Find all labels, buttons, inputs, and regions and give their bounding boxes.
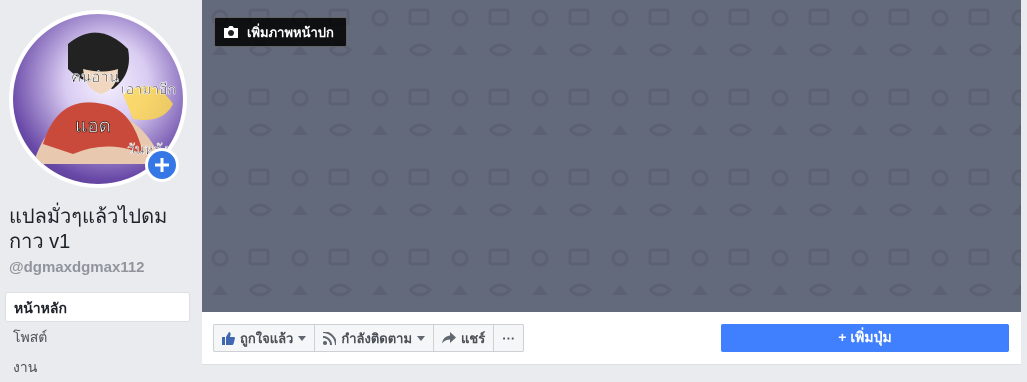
share-button[interactable]: แชร์	[433, 324, 495, 352]
chevron-down-icon	[417, 335, 426, 341]
avatar-text-1: คนอ่าน	[71, 68, 119, 86]
share-arrow-icon	[442, 332, 457, 344]
add-cover-photo-button[interactable]: เพิ่มภาพหน้าปก	[214, 17, 347, 47]
add-cover-photo-label: เพิ่มภาพหน้าปก	[247, 24, 334, 40]
sidebar-item-jobs[interactable]: งาน	[5, 352, 190, 382]
action-button-group: ถูกใจแล้ว กำลังติดตาม แชร์ ···	[213, 324, 525, 352]
sidebar-item-posts[interactable]: โพสต์	[5, 322, 190, 352]
update-profile-picture-button[interactable]	[145, 148, 179, 182]
camera-icon	[224, 26, 238, 38]
chevron-down-icon	[298, 335, 307, 341]
share-label: แชร์	[461, 330, 486, 346]
thumbs-up-icon	[222, 331, 235, 345]
following-label: กำลังติดตาม	[341, 330, 413, 346]
avatar-text-3: แอด	[75, 115, 111, 137]
page-username[interactable]: @dgmaxdgmax112	[9, 259, 145, 276]
page-action-bar: ถูกใจแล้ว กำลังติดตาม แชร์ ··· + เพิ่มปุ…	[202, 312, 1021, 365]
more-options-button[interactable]: ···	[493, 324, 525, 352]
rss-icon	[323, 331, 337, 345]
cover-photo: เพิ่มภาพหน้าปก	[202, 0, 1021, 312]
sidebar-item-home[interactable]: หน้าหลัก	[5, 292, 190, 322]
plus-icon	[155, 158, 169, 172]
following-button[interactable]: กำลังติดตาม	[314, 324, 435, 352]
left-column: คนอ่าน เอามาอีก แอด วันหลัง แปลมั่วๆแล้ว…	[0, 0, 200, 375]
liked-label: ถูกใจแล้ว	[240, 330, 294, 346]
add-button[interactable]: + เพิ่มปุ่ม	[721, 324, 1009, 352]
add-button-label: + เพิ่มปุ่ม	[838, 329, 892, 345]
avatar-text-2: เอามาอีก	[121, 82, 176, 98]
page-name[interactable]: แปลมั่วๆแล้วไปดมกาว v1	[9, 205, 194, 255]
sidebar-nav: หน้าหลัก โพสต์ งาน	[5, 292, 190, 382]
more-label: ···	[502, 330, 516, 346]
liked-button[interactable]: ถูกใจแล้ว	[213, 324, 316, 352]
